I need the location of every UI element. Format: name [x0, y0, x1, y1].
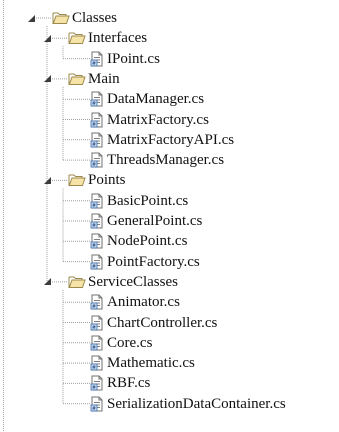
csharp-file-icon: #	[90, 396, 104, 412]
csharp-file-icon: #	[90, 294, 104, 310]
tree-node-points[interactable]: Points	[68, 170, 126, 190]
svg-text:#: #	[92, 243, 96, 249]
csharp-file-icon: #	[90, 91, 104, 107]
expanded-triangle-icon[interactable]	[41, 272, 53, 292]
svg-text:#: #	[92, 304, 96, 310]
node-label-animator: Animator.cs	[107, 294, 180, 311]
svg-text:#: #	[92, 61, 96, 67]
node-label-matrixfactory: MatrixFactory.cs	[107, 111, 209, 128]
svg-text:#: #	[92, 345, 96, 351]
csharp-file-icon: #	[90, 254, 104, 270]
node-label-basicpoint: BasicPoint.cs	[107, 192, 189, 209]
tree-node-mathematic[interactable]: # Mathematic.cs	[90, 353, 195, 373]
tree-node-pointfactory[interactable]: # PointFactory.cs	[90, 252, 200, 272]
csharp-file-icon: #	[90, 375, 104, 391]
node-label-interfaces: Interfaces	[88, 30, 148, 47]
csharp-file-icon: #	[90, 233, 104, 249]
csharp-file-icon: #	[90, 213, 104, 229]
svg-text:#: #	[92, 122, 96, 128]
node-label-rbf: RBF.cs	[107, 375, 151, 392]
node-label-threadsmanager: ThreadsManager.cs	[107, 152, 225, 169]
node-label-datamanager: DataManager.cs	[107, 91, 205, 108]
tree-node-serviceclasses[interactable]: ServiceClasses	[68, 272, 178, 292]
node-label-ipoint: IPoint.cs	[107, 50, 160, 67]
node-label-serializationdatacontainer: SerializationDataContainer.cs	[107, 395, 286, 412]
tree-node-serializationdatacontainer[interactable]: # SerializationDataContainer.cs	[90, 394, 286, 414]
tree-node-interfaces[interactable]: Interfaces	[68, 28, 147, 48]
csharp-file-icon: #	[90, 152, 104, 168]
tree-node-matrixfactory[interactable]: # MatrixFactory.cs	[90, 110, 209, 130]
expanded-triangle-icon[interactable]	[41, 28, 53, 48]
svg-text:#: #	[92, 385, 96, 391]
tree-node-nodepoint[interactable]: # NodePoint.cs	[90, 231, 187, 251]
tree-node-animator[interactable]: # Animator.cs	[90, 292, 180, 312]
tree-node-chartcontroller[interactable]: # ChartController.cs	[90, 313, 217, 333]
solution-explorer-tree: Classes Interfaces # IPoint.cs Main # DataMana…	[0, 0, 339, 432]
node-label-generalpoint: GeneralPoint.cs	[107, 213, 203, 229]
open-folder-icon	[68, 31, 86, 45]
csharp-file-icon: #	[90, 315, 104, 331]
tree-node-main[interactable]: Main	[68, 69, 120, 89]
open-folder-icon	[68, 72, 86, 86]
node-label-matrixfactoryapi: MatrixFactoryAPI.cs	[107, 131, 235, 148]
node-label-mathematic: Mathematic.cs	[107, 355, 195, 372]
svg-text:#: #	[92, 406, 96, 412]
expanded-triangle-icon[interactable]	[41, 69, 53, 89]
tree-node-datamanager[interactable]: # DataManager.cs	[90, 89, 204, 109]
tree-node-ipoint[interactable]: # IPoint.cs	[90, 49, 160, 69]
open-folder-icon	[52, 11, 70, 25]
csharp-file-icon: #	[90, 51, 104, 67]
svg-text:#: #	[92, 101, 96, 107]
csharp-file-icon: #	[90, 335, 104, 351]
tree-node-threadsmanager[interactable]: # ThreadsManager.cs	[90, 150, 224, 170]
node-label-pointfactory: PointFactory.cs	[107, 253, 200, 270]
node-label-core: Core.cs	[107, 334, 153, 351]
csharp-file-icon: #	[90, 132, 104, 148]
open-folder-icon	[68, 173, 86, 187]
csharp-file-icon: #	[90, 112, 104, 128]
node-label-serviceclasses: ServiceClasses	[88, 273, 178, 290]
svg-text:#: #	[92, 142, 96, 148]
tree-node-rbf[interactable]: # RBF.cs	[90, 373, 150, 393]
open-folder-icon	[68, 275, 86, 289]
svg-text:#: #	[92, 223, 96, 229]
csharp-file-icon: #	[90, 193, 104, 209]
node-label-classes: Classes	[72, 10, 117, 26]
tree-node-core[interactable]: # Core.cs	[90, 333, 152, 353]
svg-text:#: #	[92, 162, 96, 168]
svg-text:#: #	[92, 365, 96, 371]
csharp-file-icon: #	[90, 355, 104, 371]
svg-text:#: #	[92, 325, 96, 331]
tree-node-generalpoint[interactable]: # GeneralPoint.cs	[90, 211, 202, 231]
node-label-nodepoint: NodePoint.cs	[107, 233, 188, 250]
tree-node-matrixfactoryapi[interactable]: # MatrixFactoryAPI.cs	[90, 130, 234, 150]
tree-node-basicpoint[interactable]: # BasicPoint.cs	[90, 191, 188, 211]
node-label-chartcontroller: ChartController.cs	[107, 314, 218, 331]
node-label-points: Points	[88, 172, 126, 189]
node-label-main: Main	[88, 70, 120, 87]
svg-text:#: #	[92, 203, 96, 209]
expanded-triangle-icon[interactable]	[25, 8, 37, 28]
expanded-triangle-icon[interactable]	[41, 170, 53, 190]
svg-text:#: #	[92, 264, 96, 270]
tree-node-classes[interactable]: Classes	[52, 8, 117, 28]
